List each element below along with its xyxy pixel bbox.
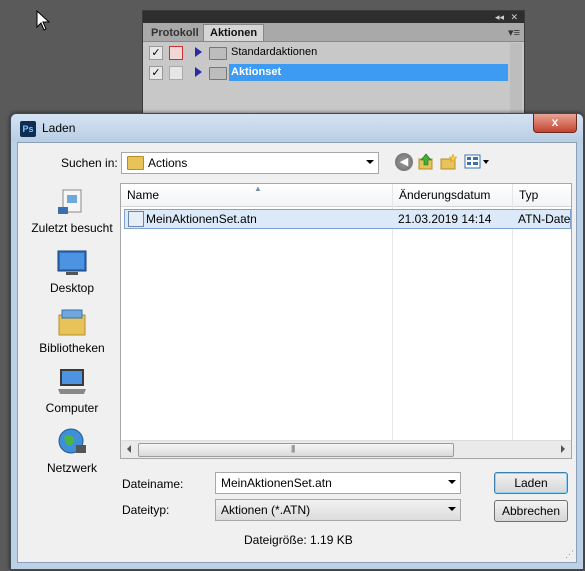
places-bar: Zuletzt besucht Desktop Bibliotheken Com… <box>26 187 118 477</box>
title-bar[interactable]: Ps Laden x <box>11 114 583 142</box>
close-button[interactable]: x <box>533 114 577 133</box>
window-title: Laden <box>42 121 76 135</box>
up-folder-button[interactable] <box>417 153 435 171</box>
filename-field[interactable]: MeinAktionenSet.atn <box>215 472 461 494</box>
chevron-down-icon[interactable] <box>448 480 456 484</box>
column-header-type[interactable]: Typ <box>519 188 538 202</box>
panel-tabs: Protokoll Aktionen ▾≡ <box>143 23 524 42</box>
filetype-label: Dateityp: <box>122 503 170 517</box>
horizontal-scrollbar[interactable]: ||| <box>121 440 571 458</box>
computer-icon <box>58 369 86 394</box>
collapse-icon[interactable]: ◂◂ <box>495 11 504 23</box>
scroll-right-icon[interactable] <box>561 445 565 453</box>
dialog-client: Suchen in: Actions ◀ Zuletzt besucht Des… <box>17 142 577 563</box>
look-in-dropdown[interactable]: Actions <box>121 152 379 174</box>
table-row[interactable]: MeinAktionenSet.atn 21.03.2019 14:14 ATN… <box>124 209 571 229</box>
action-set-label: Standardaktionen <box>231 46 318 58</box>
dialog-toggle-icon[interactable] <box>169 66 183 80</box>
column-header-date[interactable]: Änderungsdatum <box>399 188 490 202</box>
open-dialog: Ps Laden x Suchen in: Actions ◀ Zuletzt … <box>10 113 584 570</box>
chevron-down-icon <box>366 160 374 164</box>
look-in-value: Actions <box>148 156 188 170</box>
place-label: Bibliotheken <box>39 341 105 355</box>
open-button[interactable]: Laden <box>494 472 568 494</box>
filetype-dropdown[interactable]: Aktionen (*.ATN) <box>215 499 461 521</box>
photoshop-logo-icon: Ps <box>20 121 36 137</box>
desktop-icon <box>57 250 87 275</box>
file-date: 21.03.2019 14:14 <box>398 212 492 226</box>
place-recent[interactable]: Zuletzt besucht <box>26 187 118 245</box>
folder-icon <box>127 156 144 170</box>
look-in-label: Suchen in: <box>61 156 118 170</box>
place-libraries[interactable]: Bibliotheken <box>26 307 118 365</box>
expand-triangle-icon[interactable] <box>195 47 202 57</box>
close-icon[interactable]: ✕ <box>510 11 518 23</box>
file-list[interactable]: ▲ Name Änderungsdatum Typ MeinAktionenSe… <box>120 183 572 459</box>
scroll-left-icon[interactable] <box>127 445 131 453</box>
filetype-value: Aktionen (*.ATN) <box>221 503 311 517</box>
toggle-checkbox[interactable]: ✓ <box>149 46 163 60</box>
dialog-toggle-icon[interactable] <box>169 46 183 60</box>
filename-label: Dateiname: <box>122 477 184 491</box>
expand-triangle-icon[interactable] <box>195 67 202 77</box>
folder-icon <box>209 47 227 60</box>
cancel-button[interactable]: Abbrechen <box>494 500 568 522</box>
column-header-name[interactable]: Name <box>127 188 159 202</box>
panel-menu-icon[interactable]: ▾≡ <box>508 26 520 39</box>
atn-file-icon <box>128 211 144 227</box>
view-menu-button[interactable] <box>464 153 490 171</box>
column-header-row: ▲ Name Änderungsdatum Typ <box>121 184 571 207</box>
place-label: Zuletzt besucht <box>31 221 113 235</box>
place-computer[interactable]: Computer <box>26 367 118 425</box>
panel-scrollbar[interactable] <box>510 43 522 119</box>
folder-icon <box>209 67 227 80</box>
toggle-checkbox[interactable]: ✓ <box>149 66 163 80</box>
sort-ascending-icon: ▲ <box>254 184 262 193</box>
recent-places-icon <box>58 189 82 214</box>
place-desktop[interactable]: Desktop <box>26 247 118 305</box>
filename-value: MeinAktionenSet.atn <box>221 476 332 490</box>
panel-topbar: ◂◂ ✕ <box>143 11 524 23</box>
resize-grip-icon[interactable]: ⋰ <box>565 549 574 560</box>
place-network[interactable]: Netzwerk <box>26 427 118 485</box>
chevron-down-icon <box>448 507 456 511</box>
libraries-icon <box>58 309 86 336</box>
action-set-row[interactable]: ✓ Aktionset <box>145 63 508 83</box>
action-set-row[interactable]: ✓ Standardaktionen <box>145 43 508 63</box>
place-label: Netzwerk <box>46 461 97 475</box>
grip-icon: ||| <box>291 444 295 453</box>
file-size-info: Dateigröße: 1.19 KB <box>244 533 353 547</box>
mouse-pointer-icon <box>36 10 51 31</box>
back-button[interactable]: ◀ <box>395 153 413 171</box>
scrollbar-thumb[interactable]: ||| <box>138 443 454 457</box>
tab-aktionen[interactable]: Aktionen <box>203 24 265 41</box>
tab-protokoll[interactable]: Protokoll <box>145 25 205 41</box>
network-globe-icon <box>58 428 86 454</box>
action-set-label: Aktionset <box>231 66 282 78</box>
place-label: Computer <box>45 401 99 415</box>
actions-panel: ◂◂ ✕ Protokoll Aktionen ▾≡ ✓ Standardakt… <box>142 10 525 124</box>
new-folder-button[interactable] <box>440 153 458 171</box>
file-type: ATN-Date <box>518 212 571 226</box>
place-label: Desktop <box>49 281 95 295</box>
file-name: MeinAktionenSet.atn <box>146 212 257 226</box>
